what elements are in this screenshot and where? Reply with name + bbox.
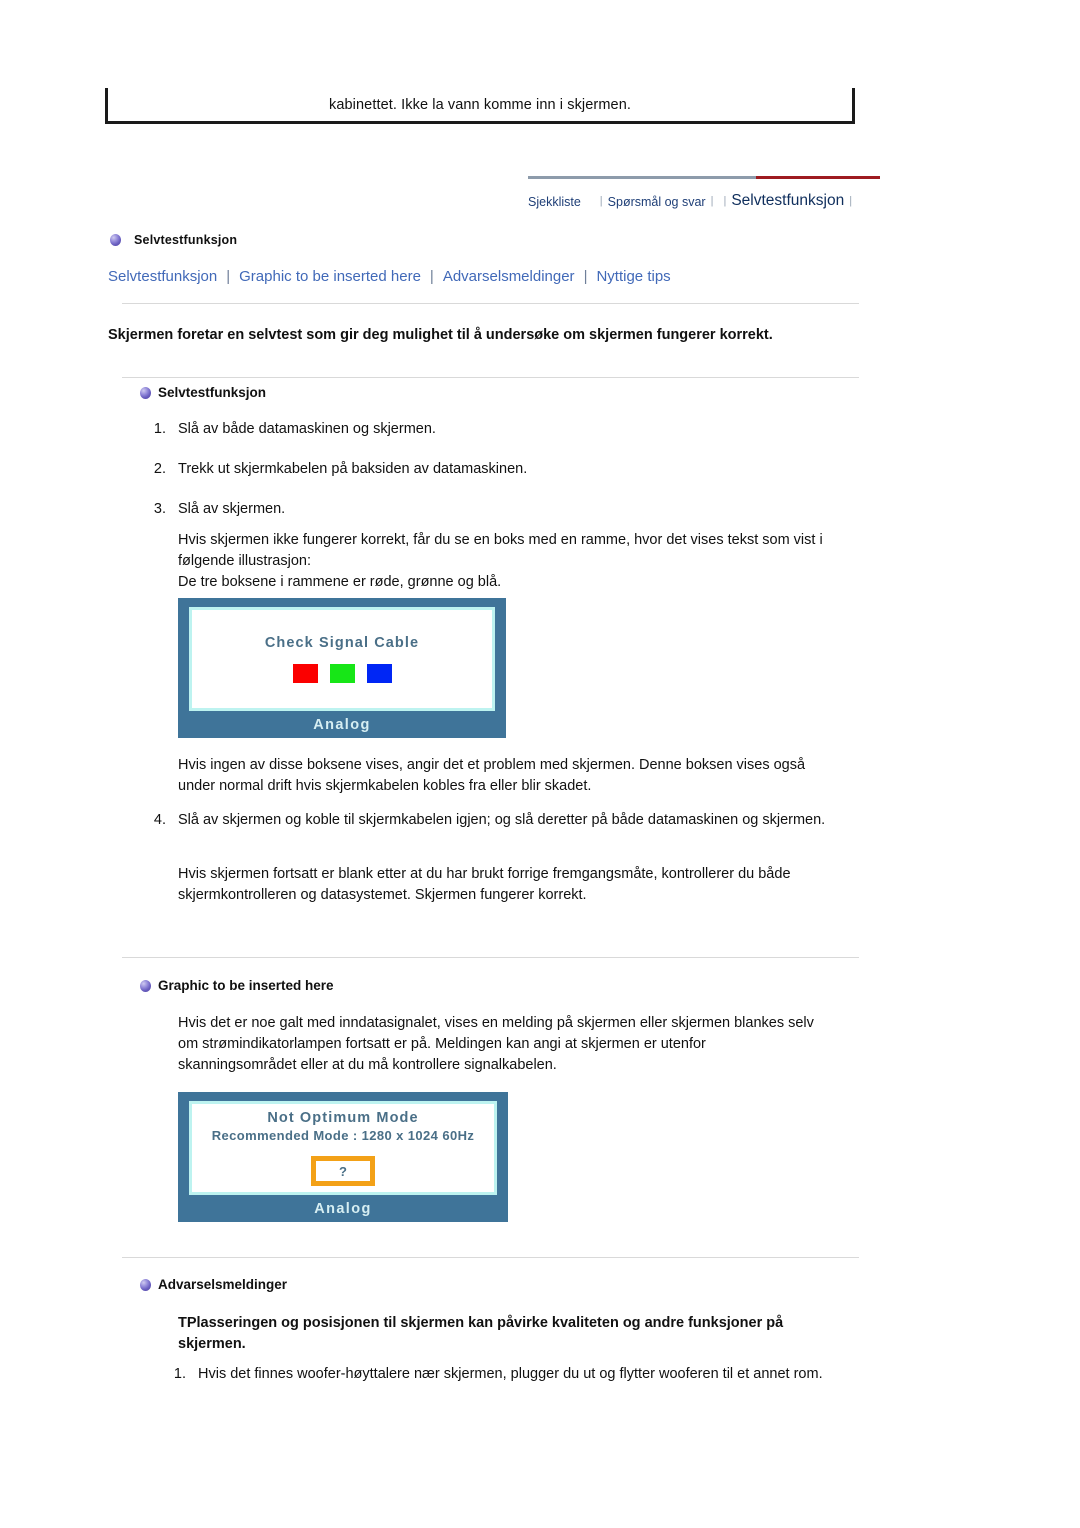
- osd-subtitle: Recommended Mode : 1280 x 1024 60Hz: [211, 1128, 475, 1143]
- red-square-icon: [292, 664, 318, 683]
- tab-separator-3: |: [723, 195, 727, 207]
- list-item-number: 1.: [153, 421, 166, 437]
- tab-separator-1: |: [599, 195, 603, 207]
- section-heading-graphic-group: Graphic to be inserted here: [140, 978, 334, 993]
- selftest-step4-list: 4. Slå av skjermen og koble til skjermka…: [148, 810, 858, 831]
- selftest-note-b: Hvis ingen av disse boksene vises, angir…: [178, 757, 806, 795]
- osd-screen: Check Signal Cable: [189, 607, 495, 711]
- list-item-number: 4.: [153, 812, 166, 828]
- sphere-bullet-icon: [110, 234, 121, 246]
- divider-warnings: [122, 1257, 859, 1258]
- list-item-text: Slå av skjermen og koble til skjermkabel…: [178, 812, 826, 828]
- graphic-paragraph: Hvis det er noe galt med inndatasignalet…: [178, 1015, 814, 1074]
- warnings-subheading: TPlasseringen og posisjonen til skjermen…: [178, 1315, 784, 1352]
- list-item-number: 3.: [153, 501, 166, 518]
- osd-rgb-swatches: [292, 664, 392, 683]
- list-item: 1. Hvis det finnes woofer-høyttalere nær…: [168, 1364, 858, 1385]
- osd-title: Check Signal Cable: [264, 635, 420, 651]
- green-square-icon: [329, 664, 355, 683]
- divider-top: [122, 303, 859, 304]
- subnav-link-selvtestfunksjon[interactable]: Selvtestfunksjon: [108, 268, 217, 285]
- tab-separator-4: |: [849, 195, 853, 207]
- sphere-bullet-icon: [140, 386, 151, 399]
- list-item-number: 2.: [153, 461, 166, 478]
- page-title: Selvtestfunksjon: [134, 233, 238, 247]
- sphere-bullet-icon: [140, 1278, 151, 1291]
- section-heading-selftest-group: Selvtestfunksjon: [140, 385, 266, 400]
- subnav-divider-1: |: [226, 268, 231, 285]
- osd-screen: Not Optimum Mode Recommended Mode : 1280…: [189, 1101, 497, 1195]
- tab-sporsmal-og-svar[interactable]: Spørsmål og svar: [608, 195, 706, 211]
- selftest-note-a: Hvis skjermen ikke fungerer korrekt, får…: [178, 532, 823, 591]
- tab-selvtestfunksjon[interactable]: Selvtestfunksjon: [731, 192, 844, 211]
- tab-separator-2: |: [710, 195, 714, 207]
- lead-paragraph: Skjermen foretar en selvtest som gir deg…: [108, 327, 773, 343]
- list-item-text: Hvis det finnes woofer-høyttalere nær sk…: [198, 1366, 823, 1382]
- selftest-note-c: Hvis skjermen fortsatt er blank etter at…: [178, 866, 791, 904]
- section-heading-selftest: Selvtestfunksjon: [158, 385, 267, 400]
- page-title-group: Selvtestfunksjon: [110, 233, 237, 247]
- list-item: 1. Slå av både datamaskinen og skjermen.: [148, 419, 848, 440]
- section-heading-warnings-group: Advarselsmeldinger: [140, 1277, 287, 1292]
- osd-monitor-not-optimum-mode: Not Optimum Mode Recommended Mode : 1280…: [178, 1092, 508, 1222]
- continuation-text-box: kabinettet. Ikke la vann komme inn i skj…: [105, 88, 855, 124]
- continuation-text: kabinettet. Ikke la vann komme inn i skj…: [329, 96, 631, 113]
- list-item: 4. Slå av skjermen og koble til skjermka…: [148, 810, 858, 831]
- subnav-divider-2: |: [429, 268, 434, 285]
- list-item-text: Trekk ut skjermkabelen på baksiden av da…: [178, 461, 528, 478]
- list-item-text: Slå av både datamaskinen og skjermen.: [178, 421, 436, 437]
- sphere-bullet-icon: [140, 979, 151, 992]
- osd-monitor-check-signal-cable: Check Signal Cable Analog: [178, 598, 506, 738]
- tab-sjekkliste[interactable]: Sjekkliste: [528, 195, 581, 211]
- list-item-number: 1.: [173, 1366, 186, 1382]
- tabbar: Sjekkliste | Spørsmål og svar | | Selvte…: [528, 176, 880, 210]
- selftest-step-list: 1. Slå av både datamaskinen og skjermen.…: [148, 419, 848, 520]
- divider-selftest: [122, 377, 859, 378]
- subnav-link-nyttige-tips[interactable]: Nyttige tips: [596, 268, 670, 285]
- section-heading-warnings: Advarselsmeldinger: [158, 1277, 288, 1292]
- blue-square-icon: [366, 664, 392, 683]
- warnings-list: 1. Hvis det finnes woofer-høyttalere nær…: [168, 1364, 858, 1385]
- section-heading-graphic: Graphic to be inserted here: [158, 978, 334, 993]
- osd-footer-label: Analog: [314, 1200, 372, 1217]
- osd-footer-label: Analog: [313, 716, 371, 733]
- divider-graphic: [122, 957, 859, 958]
- subnav-divider-3: |: [583, 268, 588, 285]
- osd-title: Not Optimum Mode: [267, 1110, 419, 1126]
- list-item: 2. Trekk ut skjermkabelen på baksiden av…: [148, 459, 848, 480]
- subnav: Selvtestfunksjon | Graphic to be inserte…: [108, 268, 671, 285]
- osd-question-box: ?: [311, 1156, 375, 1186]
- list-item: 3. Slå av skjermen.: [148, 499, 848, 520]
- subnav-link-advarselsmeldinger[interactable]: Advarselsmeldinger: [443, 268, 575, 285]
- list-item-text: Slå av skjermen.: [178, 501, 286, 518]
- subnav-link-graphic[interactable]: Graphic to be inserted here: [239, 268, 421, 285]
